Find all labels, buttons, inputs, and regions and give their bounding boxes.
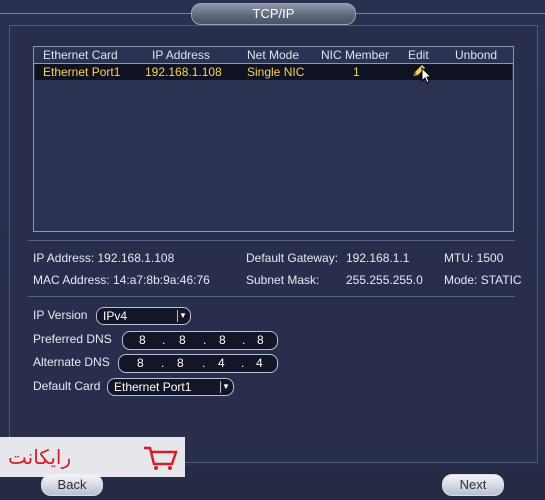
watermark: رایکانت [0, 437, 185, 477]
alternate-dns-octet-1[interactable]: 8 [137, 356, 144, 370]
alternate-dns-dot: . [241, 356, 245, 370]
cart-logo-icon [144, 446, 178, 470]
default-card-value: Ethernet Port1 [114, 380, 192, 394]
table-row[interactable]: Ethernet Port1 192.168.1.108 Single NIC … [35, 64, 512, 84]
window-title: TCP/IP [191, 3, 356, 25]
alternate-dns-dot: . [202, 356, 206, 370]
mtu-label: MTU: [444, 251, 474, 265]
chevron-down-icon: ▼ [220, 381, 231, 393]
header-net-mode: Net Mode [247, 48, 300, 62]
ip-address-value: 192.168.1.108 [97, 251, 175, 265]
mac-address-label: MAC Address: [33, 273, 110, 287]
preferred-dns-dot: . [242, 333, 246, 347]
ip-address-info: IP Address: 192.168.1.108 [33, 251, 174, 265]
preferred-dns-dot: . [162, 333, 166, 347]
alternate-dns-input[interactable]: 8 . 8 . 4 . 4 [118, 354, 278, 373]
divider-bottom [28, 296, 515, 297]
divider-top [28, 240, 515, 241]
preferred-dns-octet-2[interactable]: 8 [179, 333, 186, 347]
mouse-cursor-icon [421, 67, 433, 84]
mac-address-value: 14:a7:8b:9a:46:76 [113, 273, 210, 287]
preferred-dns-octet-3[interactable]: 8 [219, 333, 226, 347]
default-card-label: Default Card [33, 379, 101, 393]
cell-ethernet-card: Ethernet Port1 [43, 65, 121, 79]
alternate-dns-octet-2[interactable]: 8 [177, 356, 184, 370]
subnet-value: 255.255.255.0 [346, 273, 423, 287]
ip-version-value: IPv4 [103, 309, 128, 323]
preferred-dns-input[interactable]: 8 . 8 . 8 . 8 [122, 331, 278, 350]
next-button[interactable]: Next [442, 474, 504, 496]
alternate-dns-dot: . [161, 356, 165, 370]
header-unbond: Unbond [455, 48, 498, 62]
mac-address-info: MAC Address: 14:a7:8b:9a:46:76 [33, 273, 210, 287]
mtu-value: 1500 [476, 251, 504, 265]
cell-ip-address: 192.168.1.108 [145, 65, 222, 79]
table-header: Ethernet Card IP Address Net Mode NIC Me… [34, 47, 513, 64]
cell-net-mode: Single NIC [247, 65, 305, 79]
gateway-label: Default Gateway: [246, 251, 339, 265]
ip-version-label: IP Version [33, 308, 88, 322]
header-ethernet-card: Ethernet Card [43, 48, 118, 62]
mtu-info: MTU: 1500 [444, 251, 503, 265]
header-edit: Edit [408, 48, 429, 62]
ip-version-select[interactable]: IPv4 ▼ [96, 307, 191, 325]
alternate-dns-label: Alternate DNS [33, 355, 110, 369]
subnet-label: Subnet Mask: [246, 273, 320, 287]
preferred-dns-dot: . [203, 333, 207, 347]
ip-address-label: IP Address: [33, 251, 95, 265]
back-button[interactable]: Back [41, 474, 103, 496]
alternate-dns-octet-4[interactable]: 4 [256, 356, 263, 370]
mode-label: Mode: [444, 273, 478, 287]
header-nic-member: NIC Member [321, 48, 390, 62]
mode-info: Mode: STATIC [444, 273, 522, 287]
watermark-text: رایکانت [8, 445, 72, 469]
gateway-value: 192.168.1.1 [346, 251, 410, 265]
preferred-dns-octet-1[interactable]: 8 [139, 333, 146, 347]
cell-nic-member: 1 [353, 65, 360, 79]
mode-value: STATIC [480, 273, 522, 287]
chevron-down-icon: ▼ [177, 310, 188, 322]
header-ip-address: IP Address [152, 48, 210, 62]
preferred-dns-label: Preferred DNS [33, 332, 112, 346]
default-card-select[interactable]: Ethernet Port1 ▼ [107, 378, 234, 396]
alternate-dns-octet-3[interactable]: 4 [218, 356, 225, 370]
preferred-dns-octet-4[interactable]: 8 [257, 333, 264, 347]
network-card-table: Ethernet Card IP Address Net Mode NIC Me… [33, 46, 514, 232]
